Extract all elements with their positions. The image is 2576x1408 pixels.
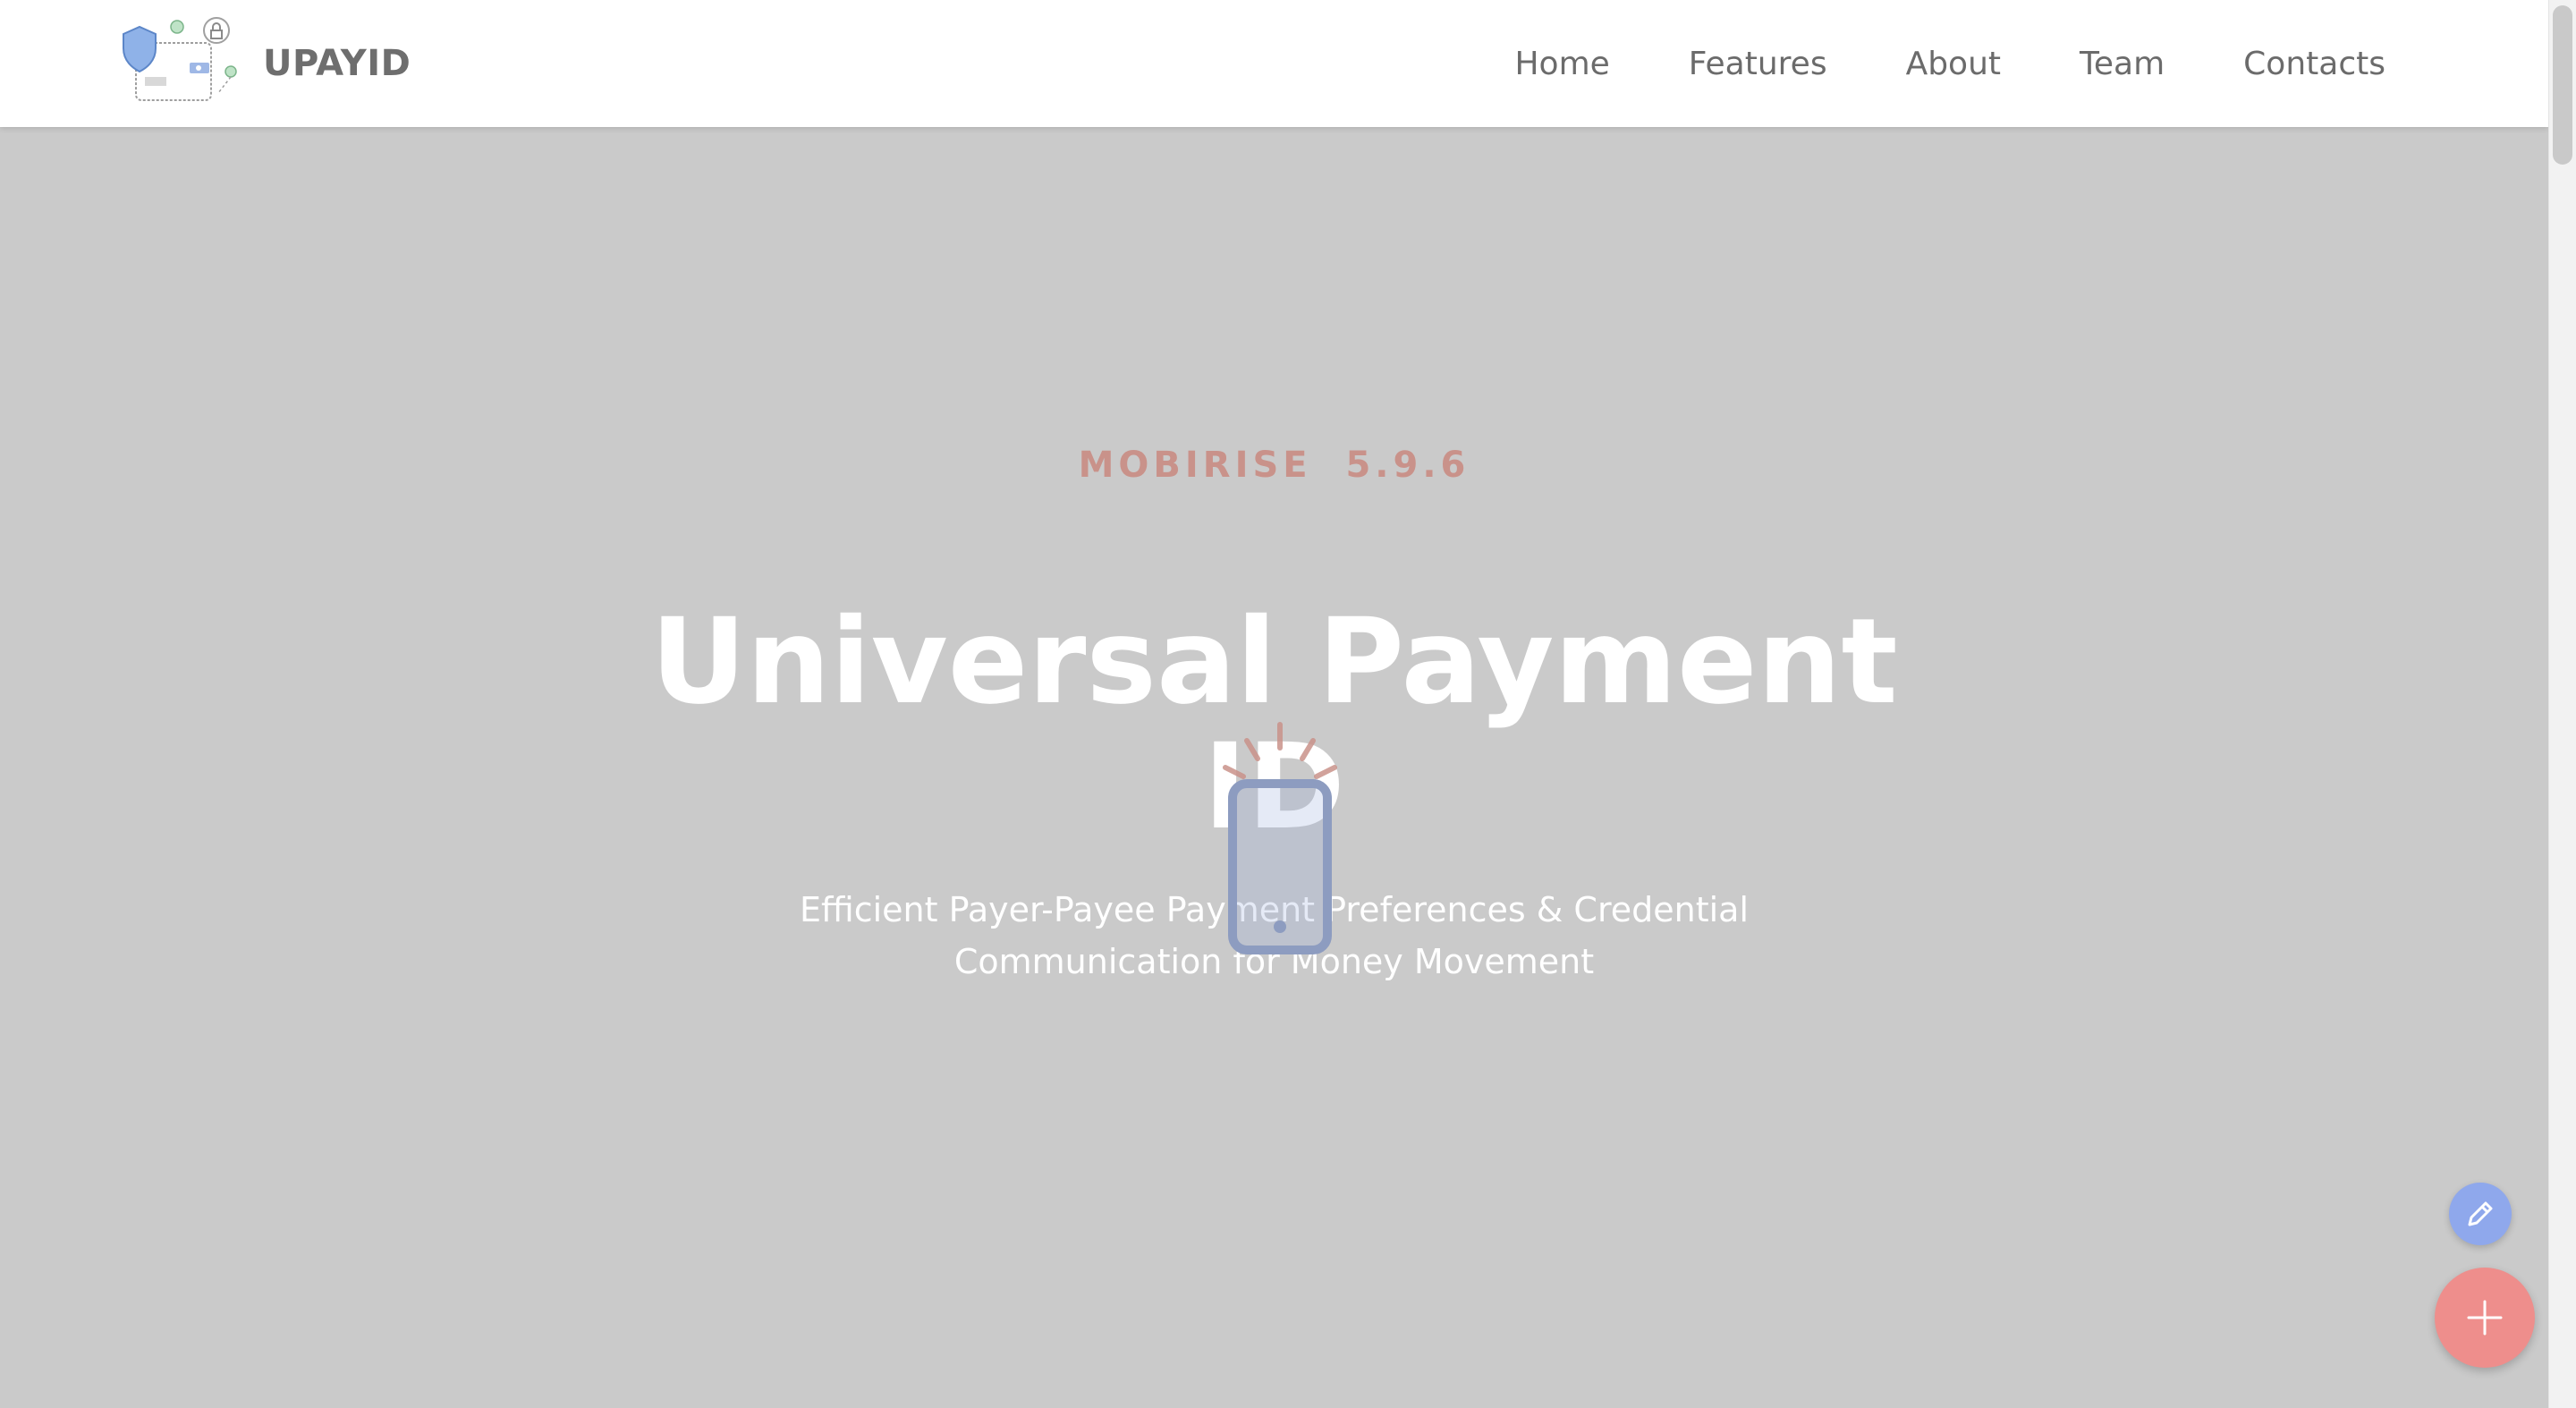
hero-eyebrow: MOBIRISE 5.9.6 — [1078, 445, 1470, 486]
nav-link-home[interactable]: Home — [1514, 46, 1609, 82]
vertical-scrollbar[interactable] — [2548, 0, 2576, 1408]
pencil-icon — [2468, 1201, 2493, 1226]
hero-section: MOBIRISE 5.9.6 Universal Payment ID Effi… — [0, 127, 2548, 1408]
edit-button[interactable] — [2449, 1183, 2512, 1245]
main-nav: Home Features About Team Contacts — [1514, 0, 2385, 127]
nav-link-contacts[interactable]: Contacts — [2243, 46, 2385, 82]
page: UPAYID Home Features About Team Contacts… — [0, 0, 2576, 1408]
nav-link-features[interactable]: Features — [1689, 46, 1827, 82]
nav-link-about[interactable]: About — [1906, 46, 2001, 82]
phone-loading-icon — [1223, 722, 1337, 954]
plus-icon — [2467, 1300, 2503, 1336]
nav-link-team[interactable]: Team — [2080, 46, 2165, 82]
scrollbar-thumb[interactable] — [2553, 5, 2572, 165]
wallet-shield-logo-icon — [123, 17, 237, 101]
add-block-button[interactable] — [2435, 1268, 2535, 1368]
brand-name[interactable]: UPAYID — [263, 43, 411, 84]
top-navbar: UPAYID Home Features About Team Contacts — [0, 0, 2548, 127]
brand[interactable]: UPAYID — [118, 16, 411, 111]
